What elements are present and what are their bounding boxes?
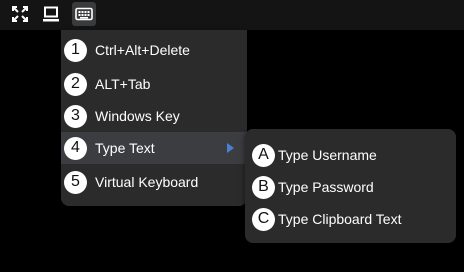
submenu-item-type-clipboard-text[interactable]: C Type Clipboard Text bbox=[245, 203, 456, 235]
menu-item-label: ALT+Tab bbox=[95, 76, 151, 92]
menu-item-windows-key[interactable]: 3 Windows Key bbox=[61, 100, 247, 132]
badge-5: 5 bbox=[64, 170, 87, 194]
menu-item-label: Ctrl+Alt+Delete bbox=[95, 42, 190, 58]
monitor-button[interactable] bbox=[39, 2, 63, 26]
badge-1: 1 bbox=[64, 38, 87, 62]
submenu-arrow-icon bbox=[227, 143, 234, 153]
menu-item-label: Windows Key bbox=[95, 108, 180, 124]
toolbar bbox=[0, 0, 464, 30]
submenu-item-type-username[interactable]: A Type Username bbox=[245, 139, 456, 171]
menu-item-alt-tab[interactable]: 2 ALT+Tab bbox=[61, 68, 247, 100]
fullscreen-icon bbox=[12, 6, 28, 22]
submenu-item-label: Type Password bbox=[278, 179, 374, 195]
monitor-icon bbox=[43, 6, 59, 22]
menu-item-label: Type Text bbox=[95, 140, 155, 156]
badge-3: 3 bbox=[64, 104, 87, 128]
menu-item-virtual-keyboard[interactable]: 5 Virtual Keyboard bbox=[61, 166, 247, 198]
badge-2: 2 bbox=[64, 72, 87, 96]
badge-c: C bbox=[252, 207, 275, 231]
submenu-item-label: Type Username bbox=[278, 147, 377, 163]
submenu-item-label: Type Clipboard Text bbox=[278, 211, 402, 227]
submenu-item-type-password[interactable]: B Type Password bbox=[245, 171, 456, 203]
keyboard-icon bbox=[75, 7, 93, 21]
menu-item-type-text[interactable]: 4 Type Text bbox=[61, 132, 247, 164]
menu-item-label: Virtual Keyboard bbox=[95, 174, 199, 190]
badge-4: 4 bbox=[64, 136, 87, 160]
badge-a: A bbox=[252, 143, 275, 167]
keyboard-menu: 1 Ctrl+Alt+Delete 2 ALT+Tab 3 Windows Ke… bbox=[61, 30, 247, 206]
keyboard-button[interactable] bbox=[72, 2, 96, 26]
type-text-submenu: A Type Username B Type Password C Type C… bbox=[245, 129, 456, 243]
badge-b: B bbox=[252, 175, 275, 199]
menu-item-ctrl-alt-delete[interactable]: 1 Ctrl+Alt+Delete bbox=[61, 34, 247, 66]
fullscreen-button[interactable] bbox=[8, 2, 32, 26]
